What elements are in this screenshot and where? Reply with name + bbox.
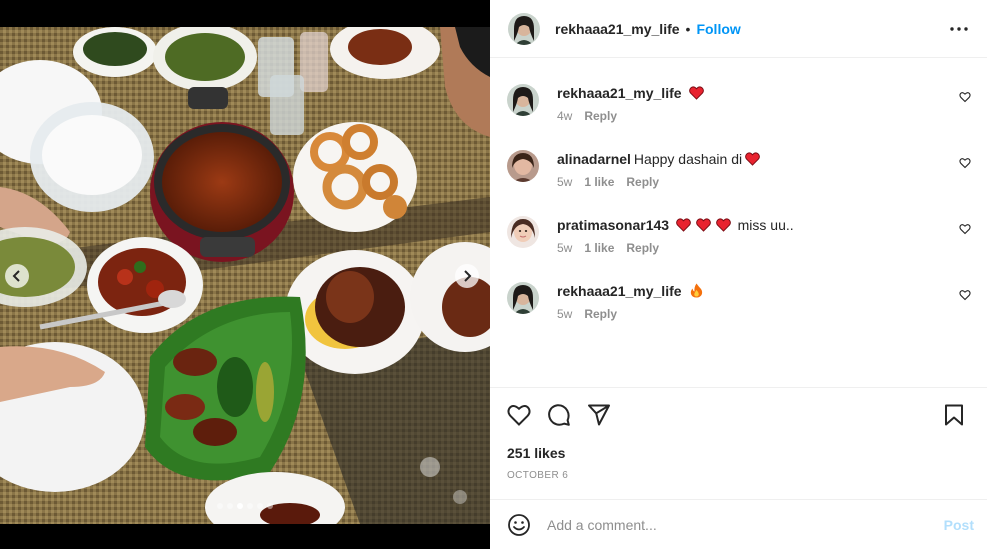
fire-emoji-icon: [691, 283, 703, 298]
comment-text: miss uu..: [737, 217, 794, 233]
action-bar: [506, 402, 975, 428]
reply-button[interactable]: Reply: [584, 307, 617, 321]
comment-text: Happy dashain di: [633, 151, 743, 167]
add-comment-bar: Post: [490, 499, 987, 549]
comment-time[interactable]: 5w: [557, 307, 572, 321]
post-photo[interactable]: [0, 27, 490, 524]
follow-button[interactable]: Follow: [696, 21, 740, 37]
comment-item: rekhaaa21_my_life 4w Reply: [506, 84, 971, 134]
like-comment-heart-icon[interactable]: [959, 91, 971, 103]
smiley-icon: [508, 513, 530, 536]
comment-avatar[interactable]: [507, 150, 539, 182]
post-header: rekhaaa21_my_life • Follow: [490, 0, 987, 58]
post-media: [0, 0, 490, 549]
comment-time[interactable]: 5w: [557, 241, 572, 255]
comment-meta: 5w Reply: [557, 307, 617, 321]
like-comment-heart-icon[interactable]: [959, 157, 971, 169]
author-avatar[interactable]: [508, 12, 540, 45]
share-button[interactable]: [586, 402, 612, 428]
carousel-dot: [217, 503, 223, 509]
next-slide-button[interactable]: [455, 264, 479, 288]
carousel-dot: [237, 503, 243, 509]
comment-body: alinadarnel Happy dashain di: [557, 150, 760, 168]
emoji-picker-button[interactable]: [506, 512, 532, 538]
red-heart-emoji-icon: [695, 218, 711, 232]
carousel-dot: [267, 503, 273, 509]
comment-item: pratimasonar143 miss uu.. 5w 1 like Repl…: [506, 216, 971, 266]
heart-icon: [507, 405, 531, 426]
red-heart-emoji-icon: [689, 86, 705, 100]
author-username[interactable]: rekhaaa21_my_life: [555, 21, 680, 37]
comment-meta: 5w 1 like Reply: [557, 175, 659, 189]
comment-avatar[interactable]: [507, 216, 539, 248]
chevron-left-icon: [12, 270, 20, 282]
post-comment-button[interactable]: Post: [944, 517, 974, 533]
comment-item: alinadarnel Happy dashain di 5w 1 like Re…: [506, 150, 971, 200]
comment-avatar[interactable]: [507, 84, 539, 116]
reply-button[interactable]: Reply: [584, 109, 617, 123]
comment-username[interactable]: alinadarnel: [557, 151, 631, 167]
comment-username[interactable]: rekhaaa21_my_life: [557, 85, 682, 101]
previous-slide-button[interactable]: [5, 264, 29, 288]
comment-likes[interactable]: 1 like: [584, 175, 614, 189]
comment-meta: 4w Reply: [557, 109, 617, 123]
post-details-panel: rekhaaa21_my_life • Follow rekhaaa21_my_…: [490, 0, 987, 549]
comment-username[interactable]: pratimasonar143: [557, 217, 669, 233]
comment-button[interactable]: [546, 402, 572, 428]
post-date[interactable]: OCTOBER 6: [507, 470, 568, 481]
comment-icon: [548, 404, 570, 426]
like-comment-heart-icon[interactable]: [959, 223, 971, 235]
carousel-dot: [247, 503, 253, 509]
comments-list: rekhaaa21_my_life 4w Reply alinadarnel H…: [490, 59, 987, 387]
save-button[interactable]: [941, 402, 967, 428]
comment-meta: 5w 1 like Reply: [557, 241, 659, 255]
comment-likes[interactable]: 1 like: [584, 241, 614, 255]
more-options-button[interactable]: [947, 17, 971, 41]
three-hearts-emoji: [675, 217, 735, 233]
comment-item: rekhaaa21_my_life 5w Reply: [506, 282, 971, 332]
bookmark-icon: [945, 404, 963, 426]
comment-body: pratimasonar143 miss uu..: [557, 216, 794, 234]
more-horizontal-icon: [950, 26, 968, 31]
likes-count[interactable]: 251 likes: [507, 445, 565, 461]
comment-time[interactable]: 4w: [557, 109, 572, 123]
red-heart-emoji-icon: [745, 152, 760, 166]
comment-body: rekhaaa21_my_life: [557, 84, 705, 102]
reply-button[interactable]: Reply: [626, 241, 659, 255]
like-comment-heart-icon[interactable]: [959, 289, 971, 301]
send-icon: [588, 404, 610, 426]
reply-button[interactable]: Reply: [626, 175, 659, 189]
comment-input[interactable]: [547, 516, 936, 533]
red-heart-emoji-icon: [676, 218, 691, 232]
comment-body: rekhaaa21_my_life: [557, 282, 703, 300]
carousel-dot: [227, 503, 233, 509]
carousel-dot: [257, 503, 263, 509]
chevron-right-icon: [464, 270, 472, 282]
comment-avatar[interactable]: [507, 282, 539, 314]
comment-username[interactable]: rekhaaa21_my_life: [557, 283, 682, 299]
carousel-indicator: [0, 503, 490, 509]
post-actions-section: 251 likes OCTOBER 6: [490, 387, 987, 499]
red-heart-emoji-icon: [715, 218, 731, 232]
like-button[interactable]: [506, 402, 532, 428]
comment-time[interactable]: 5w: [557, 175, 572, 189]
header-separator: •: [685, 20, 691, 37]
